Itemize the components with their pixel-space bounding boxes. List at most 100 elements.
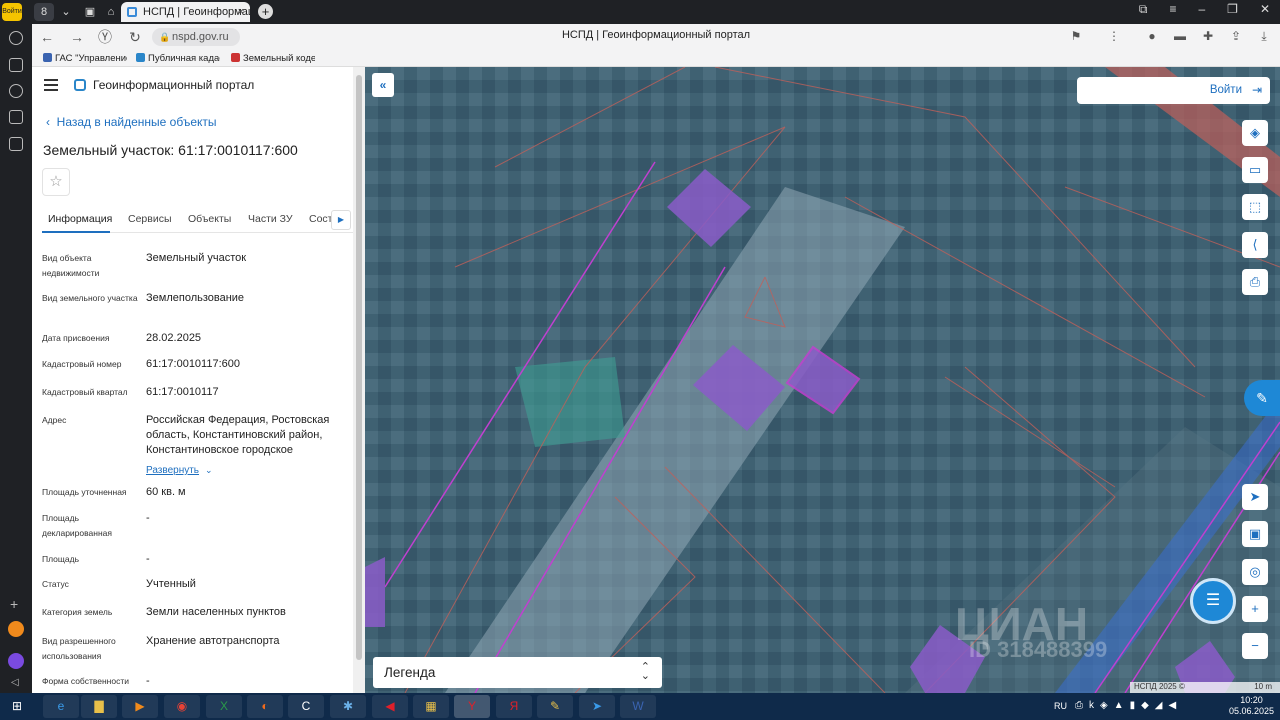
login-button[interactable]: Войти ⇥: [1077, 77, 1270, 104]
bookmark-favicon-icon: [231, 53, 240, 62]
geolocation-icon[interactable]: ➤: [1242, 484, 1268, 510]
close-tab-icon[interactable]: ×: [238, 2, 244, 22]
language-indicator[interactable]: RU: [1054, 701, 1067, 711]
app-icon[interactable]: ✱: [330, 695, 366, 718]
scale-label: 10 m: [1254, 682, 1272, 691]
share-icon[interactable]: ⇪: [1228, 28, 1244, 44]
zoom-out-icon[interactable]: −: [1242, 633, 1268, 659]
select-area-icon[interactable]: ⬚: [1242, 194, 1268, 220]
chrome-icon[interactable]: ◉: [164, 695, 200, 718]
active-tab-title: НСПД | Геоинформационн: [143, 6, 250, 18]
browser-sidebar: + ◁: [0, 24, 32, 693]
screenshot-icon[interactable]: [9, 137, 23, 151]
media-player-icon[interactable]: ▶: [122, 695, 158, 718]
print-icon[interactable]: ⎙: [1242, 269, 1268, 295]
puzzle-icon[interactable]: ✚: [1200, 28, 1216, 44]
alice-icon[interactable]: [8, 621, 24, 637]
expand-address-link[interactable]: Развернуть ⌄: [146, 460, 213, 478]
extension-icon[interactable]: ●: [1144, 28, 1160, 44]
back-to-results-link[interactable]: ‹ Назад в найденные объекты: [46, 115, 217, 129]
menu-icon[interactable]: ≡: [1169, 2, 1176, 17]
bookmark-favicon-icon: [136, 53, 145, 62]
collections-icon[interactable]: ⧉: [1139, 2, 1148, 17]
yandex-icon[interactable]: Я: [496, 695, 532, 718]
tab-parts[interactable]: Части ЗУ: [248, 213, 293, 225]
bookmark-icon[interactable]: ⚑: [1068, 28, 1084, 44]
start-button[interactable]: ⊞: [2, 695, 32, 718]
attr-key: Форма собственности: [42, 676, 129, 686]
bookmarks-bar: ГАС "Управление Публичная кадас Земельны…: [32, 50, 1280, 67]
tab-services[interactable]: Сервисы: [128, 213, 172, 225]
bookmark-item[interactable]: Земельный кодек: [231, 53, 315, 64]
active-tab[interactable]: НСПД | Геоинформационн ×: [121, 2, 250, 22]
telegram-icon[interactable]: ➤: [579, 695, 615, 718]
layers-icon[interactable]: ◈: [1242, 120, 1268, 146]
bookmark-label: Земельный кодек: [243, 53, 315, 64]
ie-icon[interactable]: e: [43, 695, 79, 718]
map-view[interactable]: « Войти ⇥ ◈ ▭ ⬚ ⟨ ⎙ ✎ ➤ ▣ ◎ + − ☰ ЦИАН I…: [365, 67, 1280, 693]
tab-favicon-icon[interactable]: ▣: [80, 3, 100, 21]
add-panel-icon[interactable]: +: [10, 596, 18, 612]
minimap-icon[interactable]: ▣: [1242, 521, 1268, 547]
tabs-dropdown-icon[interactable]: ⌄: [56, 3, 76, 21]
attr-key: Площадь декларированная: [42, 513, 112, 538]
more-icon[interactable]: ⋮: [1106, 28, 1122, 44]
new-tab-button[interactable]: +: [258, 4, 273, 19]
login-badge-icon[interactable]: Войти: [2, 3, 22, 21]
attr-value: -: [146, 675, 150, 687]
menu-burger-icon[interactable]: [44, 79, 58, 91]
attr-value: -: [146, 512, 150, 524]
attr-key: Вид объекта недвижимости: [42, 253, 100, 278]
zoom-in-icon[interactable]: +: [1242, 596, 1268, 622]
share-icon[interactable]: ⟨: [1242, 232, 1268, 258]
expand-label: Развернуть: [146, 465, 200, 476]
home-icon[interactable]: ⌂: [101, 3, 121, 21]
attr-key: Категория земель: [42, 607, 113, 617]
chat-icon[interactable]: ☰: [1190, 578, 1236, 624]
ruler-icon[interactable]: ▭: [1242, 157, 1268, 183]
close-window-icon[interactable]: ✕: [1260, 2, 1270, 17]
legend-select[interactable]: Легенда ⌃ ⌄: [373, 657, 662, 688]
tab-counter[interactable]: 8: [34, 3, 54, 21]
word-icon[interactable]: W: [620, 695, 656, 718]
vpn-icon[interactable]: ▬: [1172, 28, 1188, 44]
apps-icon[interactable]: [9, 110, 23, 124]
bookmark-item[interactable]: ГАС "Управление: [43, 53, 127, 64]
tab-composition[interactable]: Сост: [309, 213, 332, 225]
excel-icon[interactable]: X: [206, 695, 242, 718]
favorite-star-icon[interactable]: ☆: [42, 168, 70, 196]
bookmark-item[interactable]: Публичная кадас: [136, 53, 220, 64]
legend-label: Легенда: [384, 665, 436, 680]
app-red-icon[interactable]: ◀: [372, 695, 408, 718]
paint-icon[interactable]: ✎: [537, 695, 573, 718]
clock-date: 05.06.2025: [1228, 706, 1274, 716]
login-label: Войти: [1209, 84, 1242, 96]
yandex-browser-icon[interactable]: Y: [454, 695, 490, 718]
collapse-panel-icon[interactable]: «: [372, 73, 394, 97]
restore-icon[interactable]: ❐: [1227, 2, 1238, 17]
assistant-icon[interactable]: [8, 653, 24, 669]
firefox-icon[interactable]: ◐: [247, 695, 283, 718]
tray-icons[interactable]: ⎙k◈▲▮◆◢◀: [1075, 700, 1182, 711]
location-pin-icon[interactable]: ◎: [1242, 559, 1268, 585]
notes-icon[interactable]: [9, 58, 23, 72]
sidebar-collapse-icon[interactable]: ◁: [11, 677, 19, 688]
ccleaner-icon[interactable]: C: [288, 695, 324, 718]
download-icon[interactable]: ⤓: [1256, 28, 1272, 44]
tabs-scroll-right-icon[interactable]: ▶: [331, 210, 351, 230]
tab-information[interactable]: Информация: [48, 213, 112, 225]
expand-legend-icon: ⌃ ⌄: [640, 661, 650, 682]
panel-scrollbar[interactable]: [353, 67, 365, 693]
calculator-icon[interactable]: ▦: [413, 695, 449, 718]
feedback-icon[interactable]: ✎: [1244, 380, 1280, 416]
folder-icon[interactable]: ▇: [81, 695, 117, 718]
history-icon[interactable]: [9, 31, 23, 45]
scrollbar-thumb[interactable]: [356, 75, 362, 660]
play-icon[interactable]: [9, 84, 23, 98]
object-title: Земельный участок: 61:17:0010117:600: [43, 142, 298, 158]
tab-objects[interactable]: Объекты: [188, 213, 231, 225]
minimize-icon[interactable]: –: [1198, 2, 1205, 17]
clock[interactable]: 10:20 05.06.2025: [1229, 695, 1274, 717]
bookmark-favicon-icon: [43, 53, 52, 62]
attr-value: 61:17:0010117:600: [146, 358, 240, 370]
